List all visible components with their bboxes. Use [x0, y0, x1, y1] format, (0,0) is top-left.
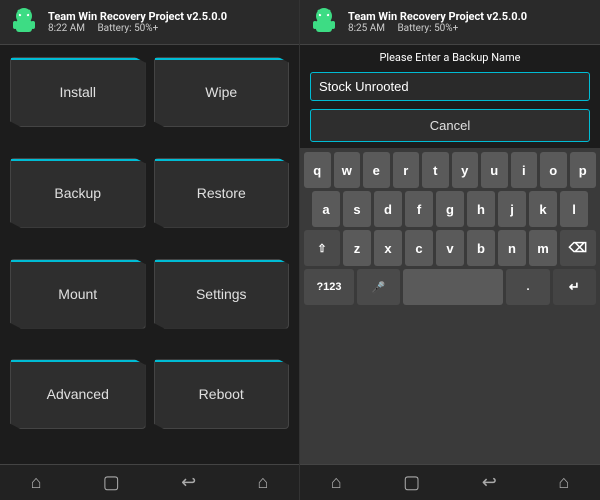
left-header-text: Team Win Recovery Project v2.5.0.0 8:22 …: [48, 10, 227, 34]
key-t[interactable]: t: [422, 152, 449, 188]
left-header: Team Win Recovery Project v2.5.0.0 8:22 …: [0, 0, 299, 45]
back-icon-right[interactable]: ↩: [482, 472, 497, 493]
right-battery: Battery: 50%+: [397, 23, 458, 34]
cancel-button[interactable]: Cancel: [310, 109, 590, 142]
key-p[interactable]: p: [570, 152, 597, 188]
right-app-title: Team Win Recovery Project v2.5.0.0: [348, 10, 527, 23]
right-header-text: Team Win Recovery Project v2.5.0.0 8:25 …: [348, 10, 527, 34]
back-icon-left[interactable]: ↩: [181, 472, 196, 493]
key-l[interactable]: l: [560, 191, 588, 227]
advanced-button[interactable]: Advanced: [10, 359, 146, 429]
key-o[interactable]: o: [540, 152, 567, 188]
restore-button[interactable]: Restore: [154, 158, 290, 228]
right-time: 8:25 AM: [348, 23, 385, 34]
left-bottom-bar: ⌂ ▢ ↩ ⌂: [0, 464, 299, 500]
key-d[interactable]: d: [374, 191, 402, 227]
wipe-button[interactable]: Wipe: [154, 57, 290, 127]
square-icon-left[interactable]: ▢: [103, 472, 120, 493]
reboot-button[interactable]: Reboot: [154, 359, 290, 429]
android-logo-left: [8, 6, 40, 38]
key-y[interactable]: y: [452, 152, 479, 188]
space-key[interactable]: [403, 269, 503, 305]
key-i[interactable]: i: [511, 152, 538, 188]
mount-button[interactable]: Mount: [10, 259, 146, 329]
key-b[interactable]: b: [467, 230, 495, 266]
mic-key[interactable]: 🎤: [357, 269, 400, 305]
kb-row-2: a s d f g h j k l: [304, 191, 596, 227]
key-e[interactable]: e: [363, 152, 390, 188]
key-j[interactable]: j: [498, 191, 526, 227]
shift-key[interactable]: ⇧: [304, 230, 340, 266]
kb-row-1: q w e r t y u i o p: [304, 152, 596, 188]
cancel-wrapper: Cancel: [300, 105, 600, 148]
backup-button[interactable]: Backup: [10, 158, 146, 228]
home-icon-right[interactable]: ⌂: [331, 472, 342, 493]
enter-key[interactable]: ↵: [553, 269, 596, 305]
key-m[interactable]: m: [529, 230, 557, 266]
home-icon-left[interactable]: ⌂: [31, 472, 42, 493]
key-r[interactable]: r: [393, 152, 420, 188]
left-battery: Battery: 50%+: [97, 23, 158, 34]
square-icon-right[interactable]: ▢: [403, 472, 420, 493]
right-status: 8:25 AM Battery: 50%+: [348, 23, 527, 34]
keyboard: q w e r t y u i o p a s d f g h j k l ⇧ …: [300, 148, 600, 464]
key-q[interactable]: q: [304, 152, 331, 188]
key-x[interactable]: x: [374, 230, 402, 266]
key-n[interactable]: n: [498, 230, 526, 266]
key-s[interactable]: s: [343, 191, 371, 227]
backup-prompt: Please Enter a Backup Name: [300, 45, 600, 68]
kb-row-3: ⇧ z x c v b n m ⌫: [304, 230, 596, 266]
right-header: Team Win Recovery Project v2.5.0.0 8:25 …: [300, 0, 600, 45]
period-key[interactable]: .: [506, 269, 549, 305]
left-status: 8:22 AM Battery: 50%+: [48, 23, 227, 34]
right-bottom-bar: ⌂ ▢ ↩ ⌂: [300, 464, 600, 500]
key-v[interactable]: v: [436, 230, 464, 266]
key-a[interactable]: a: [312, 191, 340, 227]
symbols-key[interactable]: ?123: [304, 269, 354, 305]
settings-button[interactable]: Settings: [154, 259, 290, 329]
backup-name-input[interactable]: [310, 72, 590, 101]
delete-key[interactable]: ⌫: [560, 230, 596, 266]
install-button[interactable]: Install: [10, 57, 146, 127]
key-f[interactable]: f: [405, 191, 433, 227]
home2-icon-left[interactable]: ⌂: [257, 472, 268, 493]
android-logo-right: [308, 6, 340, 38]
right-panel: Team Win Recovery Project v2.5.0.0 8:25 …: [300, 0, 600, 500]
key-z[interactable]: z: [343, 230, 371, 266]
kb-row-4: ?123 🎤 . ↵: [304, 269, 596, 305]
nav-button-grid: Install Wipe Backup Restore Mount Settin…: [0, 45, 299, 464]
key-h[interactable]: h: [467, 191, 495, 227]
backup-input-wrapper: [300, 68, 600, 105]
key-c[interactable]: c: [405, 230, 433, 266]
left-panel: Team Win Recovery Project v2.5.0.0 8:22 …: [0, 0, 300, 500]
key-w[interactable]: w: [334, 152, 361, 188]
key-u[interactable]: u: [481, 152, 508, 188]
key-g[interactable]: g: [436, 191, 464, 227]
key-k[interactable]: k: [529, 191, 557, 227]
left-app-title: Team Win Recovery Project v2.5.0.0: [48, 10, 227, 23]
home2-icon-right[interactable]: ⌂: [558, 472, 569, 493]
left-time: 8:22 AM: [48, 23, 85, 34]
